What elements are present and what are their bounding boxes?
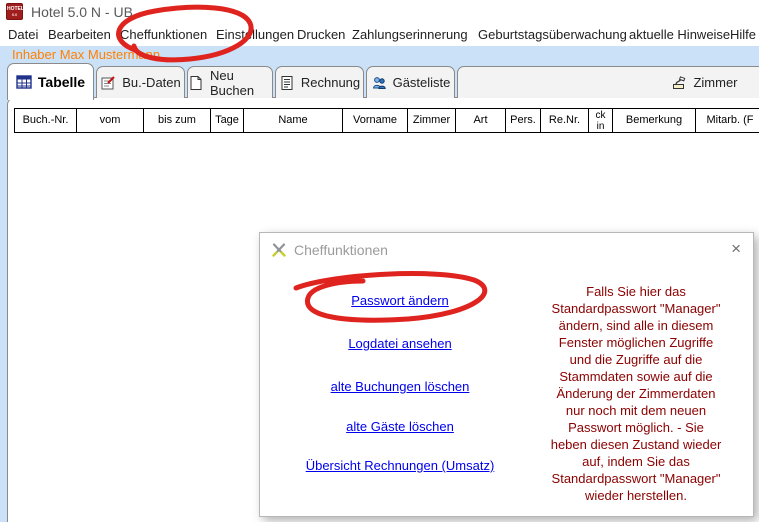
menu-item-zahlungserinnerung[interactable]: Zahlungserinnerung	[352, 27, 468, 42]
tab-label: Neu Buchen	[210, 68, 272, 98]
owner-bar: Inhaber Max Mustermann	[0, 46, 759, 63]
menu-item-einstellungen[interactable]: Einstellungen	[216, 27, 294, 42]
tab-label: Bu.-Daten	[122, 75, 181, 90]
tab-tabelle[interactable]: Tabelle	[7, 63, 94, 100]
header-cell-tage: Tage	[210, 108, 244, 133]
cheffunktionen-dialog: Cheffunktionen × Passwort ändern Logdate…	[259, 232, 754, 517]
header-cell-bemerkung: Bemerkung	[612, 108, 696, 133]
app-icon: HOTEL 5.0	[6, 3, 23, 20]
menu-item-hilfe[interactable]: Hilfe	[730, 27, 756, 42]
header-cell-buch-nr: Buch.-Nr.	[14, 108, 77, 133]
blank-page-icon	[188, 75, 204, 91]
menu-item-datei[interactable]: Datei	[8, 27, 38, 42]
header-cell-name: Name	[243, 108, 343, 133]
lines-page-icon	[279, 75, 295, 91]
header-cell-pers: Pers.	[505, 108, 541, 133]
tab-label: Gästeliste	[393, 75, 451, 90]
title-bar: HOTEL 5.0 Hotel 5.0 N - UB	[0, 0, 759, 24]
tab-label: Rechnung	[301, 75, 360, 90]
app-window: HOTEL 5.0 Hotel 5.0 N - UB Datei Bearbei…	[0, 0, 759, 522]
table-icon	[16, 74, 32, 90]
link-uebersicht-rechnungen[interactable]: Übersicht Rechnungen (Umsatz)	[280, 458, 520, 473]
guests-icon	[371, 75, 387, 91]
link-logdatei-ansehen[interactable]: Logdatei ansehen	[280, 336, 520, 351]
window-title: Hotel 5.0 N - UB	[31, 4, 133, 20]
header-cell-bis-zum: bis zum	[143, 108, 211, 133]
header-cell-re-nr: Re.Nr.	[540, 108, 589, 133]
table-header: Buch.-Nr. vom bis zum Tage Name Vorname …	[14, 108, 759, 133]
header-cell-art: Art	[455, 108, 506, 133]
dialog-title: Cheffunktionen	[294, 242, 388, 258]
link-alte-buchungen-loeschen[interactable]: alte Buchungen löschen	[280, 379, 520, 394]
menu-item-geburtstagsueberwachung[interactable]: Geburtstagsüberwachung	[478, 27, 627, 42]
menu-item-drucken[interactable]: Drucken	[297, 27, 345, 42]
crossed-swords-icon	[270, 241, 288, 259]
header-cell-mitarb: Mitarb. (F	[695, 108, 759, 133]
owner-text: Inhaber Max Mustermann	[12, 47, 160, 62]
tab-label: Tabelle	[38, 74, 85, 90]
tab-bu-daten[interactable]: Bu.-Daten	[96, 66, 185, 98]
header-cell-check-in: ck in	[588, 108, 613, 133]
tab-zimmer[interactable]: Zimmer	[457, 66, 759, 98]
dialog-close-icon[interactable]: ×	[731, 239, 741, 259]
link-alte-gaeste-loeschen[interactable]: alte Gäste löschen	[280, 419, 520, 434]
tab-rechnung[interactable]: Rechnung	[275, 66, 364, 98]
tab-gaesteliste[interactable]: Gästeliste	[366, 66, 455, 98]
header-cell-vorname: Vorname	[342, 108, 408, 133]
tab-label: Zimmer	[693, 75, 737, 90]
menu-item-bearbeiten[interactable]: Bearbeiten	[48, 27, 111, 42]
form-pen-icon	[100, 75, 116, 91]
menu-item-aktuelle-hinweise[interactable]: aktuelle Hinweise	[629, 27, 730, 42]
link-passwort-aendern[interactable]: Passwort ändern	[280, 293, 520, 308]
menu-bar: Datei Bearbeiten Cheffunktionen Einstell…	[0, 24, 759, 46]
header-cell-vom: vom	[76, 108, 144, 133]
tab-neu-buchen[interactable]: Neu Buchen	[187, 66, 273, 98]
header-cell-zimmer: Zimmer	[407, 108, 456, 133]
menu-item-cheffunktionen[interactable]: Cheffunktionen	[120, 27, 207, 42]
stamp-icon	[671, 75, 687, 91]
dialog-info-text: Falls Sie hier das Standardpasswort "Man…	[518, 283, 754, 504]
